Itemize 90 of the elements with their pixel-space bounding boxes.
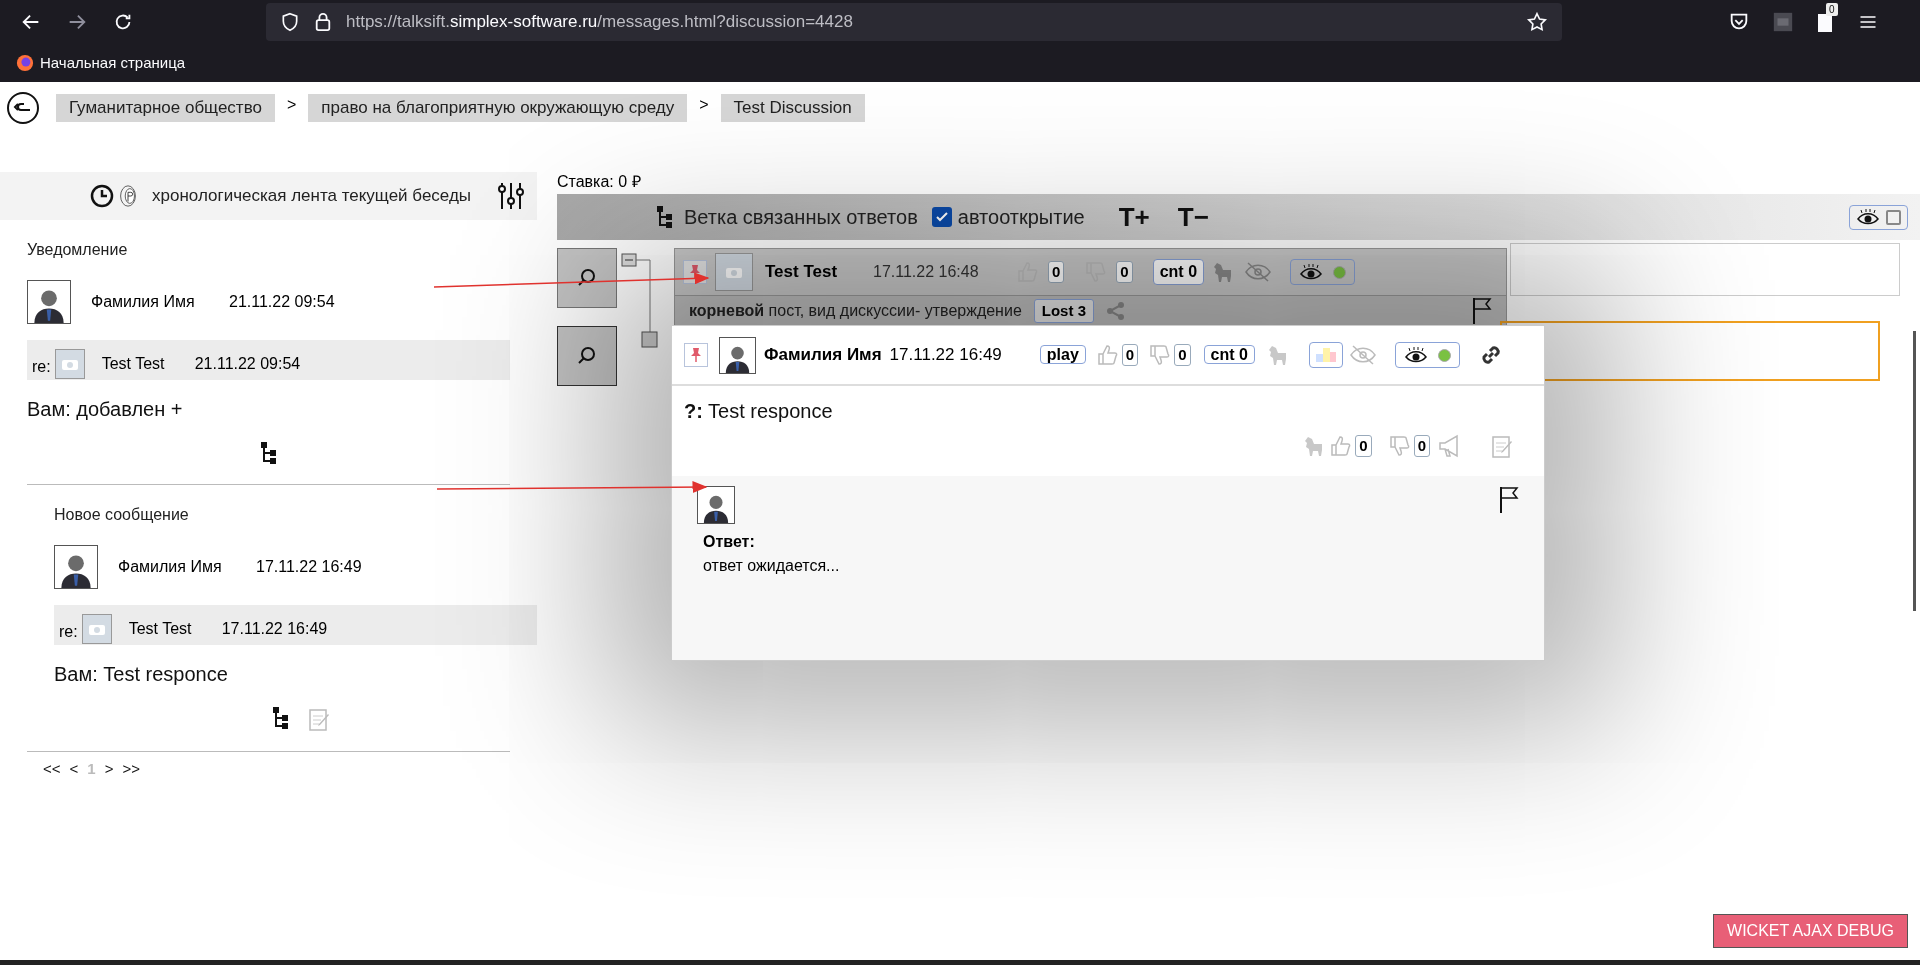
notification-heading: Уведомление — [27, 240, 129, 260]
font-decrease-button[interactable]: T− — [1177, 197, 1209, 237]
author-name[interactable]: Test Test — [101, 352, 195, 376]
scrollbar[interactable] — [1913, 331, 1916, 611]
branch-label: Ветка связанных ответов — [684, 205, 918, 230]
author-name[interactable]: Фамилия Имя — [91, 290, 229, 314]
flag-icon[interactable] — [1499, 486, 1519, 514]
message-time: 17.11.22 16:49 — [889, 344, 1002, 367]
pager-link[interactable]: > — [104, 758, 114, 781]
autoopen-checkbox[interactable] — [931, 207, 952, 227]
breadcrumb-link[interactable]: право на благоприятную окружающую среду — [308, 94, 688, 122]
author-name[interactable]: Test Test — [765, 259, 865, 285]
bookmark-star-icon[interactable] — [1526, 11, 1548, 33]
question-text: ?: Test responce — [684, 399, 834, 424]
count-badge[interactable]: cnt 0 — [1203, 345, 1255, 364]
tree-icon[interactable] — [272, 707, 289, 729]
address-bar[interactable]: https://talksift.simplex-software.ru/messages.html?discussion=4428 — [266, 3, 1562, 41]
notification-message: Вам: Test responce — [54, 662, 229, 687]
colored-blocks-icon — [1313, 346, 1338, 364]
flag-icon[interactable] — [1472, 297, 1492, 325]
avatar — [697, 486, 735, 524]
pager-link[interactable]: >> — [122, 758, 140, 781]
vote-count: 0 — [1355, 435, 1372, 457]
url-text: https://talksift.simplex-software.ru/messages.html?discussion=4428 — [346, 11, 853, 34]
shield-icon[interactable] — [280, 12, 300, 32]
avatar — [719, 336, 756, 374]
author-name[interactable]: Фамилия Имя — [764, 342, 882, 368]
bookmark-item[interactable]: Начальная страница — [16, 51, 186, 75]
author-name[interactable]: Test Test — [128, 617, 222, 641]
message-time: 17.11.22 16:49 — [256, 557, 362, 577]
message-time: 17.11.22 16:48 — [873, 262, 980, 282]
message-time: 21.11.22 09:54 — [229, 292, 335, 312]
answer-label: Ответ: — [703, 532, 756, 552]
lock-icon[interactable] — [314, 12, 332, 32]
eye-icon — [1299, 263, 1324, 281]
avatar — [54, 545, 98, 589]
back-circle-icon[interactable] — [6, 91, 40, 125]
root-post-text: корневой пост, вид дискуссии- утверждение — [689, 301, 1022, 321]
count-badge[interactable]: cnt 0 — [1152, 259, 1205, 285]
thumbs-up-icon[interactable] — [1095, 343, 1120, 367]
visibility-checkbox[interactable] — [1886, 209, 1901, 225]
font-increase-button[interactable]: T+ — [1118, 197, 1150, 237]
photo-placeholder-icon — [81, 614, 112, 644]
notification-message: Вам: добавлен + — [27, 397, 184, 422]
message-time: 21.11.22 09:54 — [194, 354, 301, 374]
clock-icon — [90, 184, 114, 208]
visibility-toggle[interactable] — [1394, 342, 1460, 368]
visibility-toggle[interactable] — [1290, 259, 1356, 285]
tape-roll-icon — [118, 184, 138, 208]
thumbs-down-icon[interactable] — [1387, 434, 1412, 458]
breadcrumb-separator: > — [699, 95, 709, 115]
breadcrumb-link[interactable]: Гуманитарное общество — [56, 94, 275, 122]
play-button[interactable]: play — [1039, 345, 1086, 364]
pager-link[interactable]: << — [43, 758, 61, 781]
pin-button[interactable] — [684, 343, 708, 367]
vote-count: 0 — [1174, 344, 1191, 366]
lost-badge[interactable]: Lost 3 — [1033, 299, 1094, 323]
notification-heading: Новое сообщение — [54, 505, 190, 525]
author-name[interactable]: Фамилия Имя — [118, 555, 256, 579]
search-button[interactable] — [557, 326, 617, 386]
branch-tree-icon[interactable] — [657, 206, 673, 228]
pin-icon — [689, 347, 703, 363]
pager-link[interactable]: < — [69, 758, 79, 781]
visibility-toggle[interactable] — [1849, 204, 1908, 230]
timeline-title: хронологическая лента текущей беседы — [152, 185, 472, 208]
reply-label: re: — [59, 622, 78, 642]
stake-label: Ставка: 0 ₽ — [557, 172, 642, 192]
photo-placeholder-icon — [54, 349, 85, 379]
extension-badge: 0 — [1826, 3, 1838, 16]
answer-text: ответ ожидается... — [703, 556, 841, 576]
check-icon — [934, 210, 949, 224]
eye-icon — [1856, 208, 1880, 226]
breadcrumb-link[interactable]: Test Discussion — [720, 94, 865, 122]
avatar — [27, 280, 71, 324]
settings-sliders-icon[interactable] — [497, 181, 525, 211]
photo-placeholder-icon — [715, 253, 753, 291]
breadcrumb-separator: > — [286, 95, 297, 115]
vote-count: 0 — [1048, 261, 1065, 283]
search-button[interactable] — [557, 248, 617, 308]
message-time: 17.11.22 16:49 — [221, 619, 328, 639]
browser-logo-icon — [16, 54, 34, 72]
search-icon — [577, 268, 597, 288]
search-icon — [577, 346, 597, 366]
tree-icon[interactable] — [260, 442, 277, 464]
vote-count: 0 — [1121, 344, 1139, 366]
eye-icon — [1403, 346, 1428, 364]
vote-count: 0 — [1116, 261, 1133, 283]
reply-label: re: — [32, 357, 51, 377]
vote-count: 0 — [1413, 435, 1430, 457]
autoopen-label: автооткрытие — [957, 205, 1085, 230]
